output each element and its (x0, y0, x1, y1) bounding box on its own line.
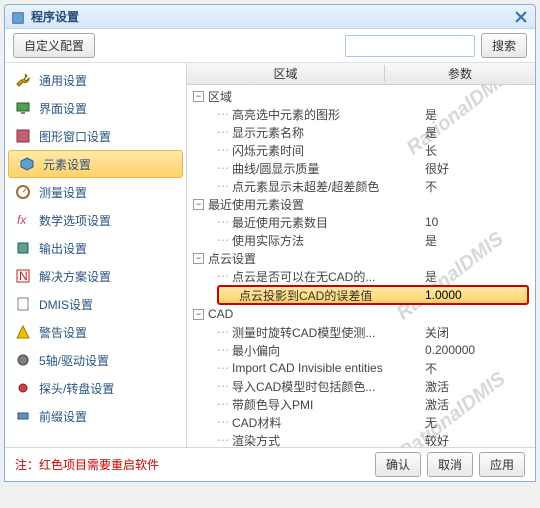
sidebar-item-math[interactable]: fx 数学选项设置 (5, 206, 186, 234)
svg-text:N: N (19, 269, 28, 283)
tree-group[interactable]: −区域 (187, 87, 535, 105)
ok-button[interactable]: 确认 (375, 452, 421, 477)
monitor-icon (15, 100, 31, 116)
header-region: 区域 (187, 65, 385, 82)
property-tree[interactable]: RationalDMIS RationalDMIS RationalDMIS −… (187, 85, 535, 447)
sidebar-item-label: 5轴/驱动设置 (39, 352, 109, 369)
sidebar-item-measure[interactable]: 测量设置 (5, 178, 186, 206)
sidebar-item-prefix[interactable]: 前缀设置 (5, 402, 186, 430)
app-icon (11, 10, 25, 24)
sidebar-item-label: 探头/转盘设置 (39, 380, 114, 397)
sidebar-item-label: 警告设置 (39, 324, 87, 341)
collapse-icon[interactable]: − (193, 199, 204, 210)
search-button[interactable]: 搜索 (481, 33, 527, 58)
tree-row[interactable]: ⋯带颜色导入PMI激活 (187, 395, 535, 413)
sidebar-item-general[interactable]: 通用设置 (5, 66, 186, 94)
tag-icon (15, 408, 31, 424)
sidebar-item-solution[interactable]: N 解决方案设置 (5, 262, 186, 290)
sidebar-item-output[interactable]: 输出设置 (5, 234, 186, 262)
sidebar-item-5axis[interactable]: 5轴/驱动设置 (5, 346, 186, 374)
main-panel: 区域 参数 RationalDMIS RationalDMIS Rational… (187, 63, 535, 447)
svg-text:fx: fx (17, 213, 27, 227)
tree-row[interactable]: ⋯点元素显示未超差/超差颜色不 (187, 177, 535, 195)
tree-row[interactable]: ⋯闪烁元素时间长 (187, 141, 535, 159)
apply-button[interactable]: 应用 (479, 452, 525, 477)
tree-row[interactable]: ⋯测量时旋转CAD模型使测...关闭 (187, 323, 535, 341)
sidebar-item-element[interactable]: 元素设置 (8, 150, 183, 178)
sidebar-item-label: 元素设置 (43, 156, 91, 173)
sidebar-item-label: 数学选项设置 (39, 212, 111, 229)
export-icon (15, 240, 31, 256)
sidebar-item-label: DMIS设置 (39, 296, 93, 313)
gauge-icon (15, 184, 31, 200)
sidebar-item-label: 输出设置 (39, 240, 87, 257)
collapse-icon[interactable]: − (193, 309, 204, 320)
tree-row[interactable]: ⋯曲线/圆显示质量很好 (187, 159, 535, 177)
probe-icon (15, 380, 31, 396)
sidebar-item-label: 前缀设置 (39, 408, 87, 425)
tree-row[interactable]: ⋯Import CAD Invisible entities不 (187, 359, 535, 377)
tree-header: 区域 参数 (187, 63, 535, 85)
footer: 注：红色项目需要重启软件 确认 取消 应用 (5, 447, 535, 481)
tree-row-highlighted[interactable]: 点云投影到CAD的误差值1.0000 (217, 285, 529, 305)
tree-row[interactable]: ⋯导入CAD模型时包括颜色...激活 (187, 377, 535, 395)
function-icon: fx (15, 212, 31, 228)
sidebar-item-ui[interactable]: 界面设置 (5, 94, 186, 122)
document-icon (15, 296, 31, 312)
sidebar-item-label: 解决方案设置 (39, 268, 111, 285)
toolbar: 自定义配置 搜索 (5, 29, 535, 63)
sidebar-item-label: 通用设置 (39, 72, 87, 89)
tree-group[interactable]: −点云设置 (187, 249, 535, 267)
cube-icon (19, 156, 35, 172)
sidebar-item-label: 界面设置 (39, 100, 87, 117)
sidebar-item-dmis[interactable]: DMIS设置 (5, 290, 186, 318)
tree-row[interactable]: ⋯显示元素名称是 (187, 123, 535, 141)
tree-row[interactable]: ⋯CAD材料无 (187, 413, 535, 431)
search-input[interactable] (345, 35, 475, 57)
tree-row[interactable]: ⋯最小偏向0.200000 (187, 341, 535, 359)
custom-config-button[interactable]: 自定义配置 (13, 33, 95, 58)
collapse-icon[interactable]: − (193, 91, 204, 102)
wrench-icon (15, 72, 31, 88)
sidebar-item-warning[interactable]: 警告设置 (5, 318, 186, 346)
sidebar-item-label: 图形窗口设置 (39, 128, 111, 145)
sidebar: 通用设置 界面设置 图形窗口设置 元素设置 测量设置 fx 数学选项设置 输出设置… (5, 63, 187, 447)
tree-row[interactable]: ⋯使用实际方法是 (187, 231, 535, 249)
cancel-button[interactable]: 取消 (427, 452, 473, 477)
tree-group[interactable]: −CAD (187, 305, 535, 323)
sidebar-item-probe[interactable]: 探头/转盘设置 (5, 374, 186, 402)
tree-row[interactable]: ⋯高亮选中元素的图形是 (187, 105, 535, 123)
gear-icon (15, 352, 31, 368)
n-icon: N (15, 268, 31, 284)
window-title: 程序设置 (31, 8, 513, 25)
collapse-icon[interactable]: − (193, 253, 204, 264)
sidebar-item-graphwin[interactable]: 图形窗口设置 (5, 122, 186, 150)
sidebar-item-label: 测量设置 (39, 184, 87, 201)
close-icon[interactable] (513, 9, 529, 25)
header-param: 参数 (385, 65, 535, 82)
window-icon (15, 128, 31, 144)
warning-icon (15, 324, 31, 340)
settings-dialog: 程序设置 自定义配置 搜索 通用设置 界面设置 图形窗口设置 元素设置 测量设置… (4, 4, 536, 482)
tree-row[interactable]: ⋯最近使用元素数目10 (187, 213, 535, 231)
restart-note: 注：红色项目需要重启软件 (15, 456, 159, 473)
tree-row[interactable]: ⋯渲染方式较好 (187, 431, 535, 447)
titlebar: 程序设置 (5, 5, 535, 29)
tree-row[interactable]: ⋯点云是否可以在无CAD的...是 (187, 267, 535, 285)
tree-group[interactable]: −最近使用元素设置 (187, 195, 535, 213)
